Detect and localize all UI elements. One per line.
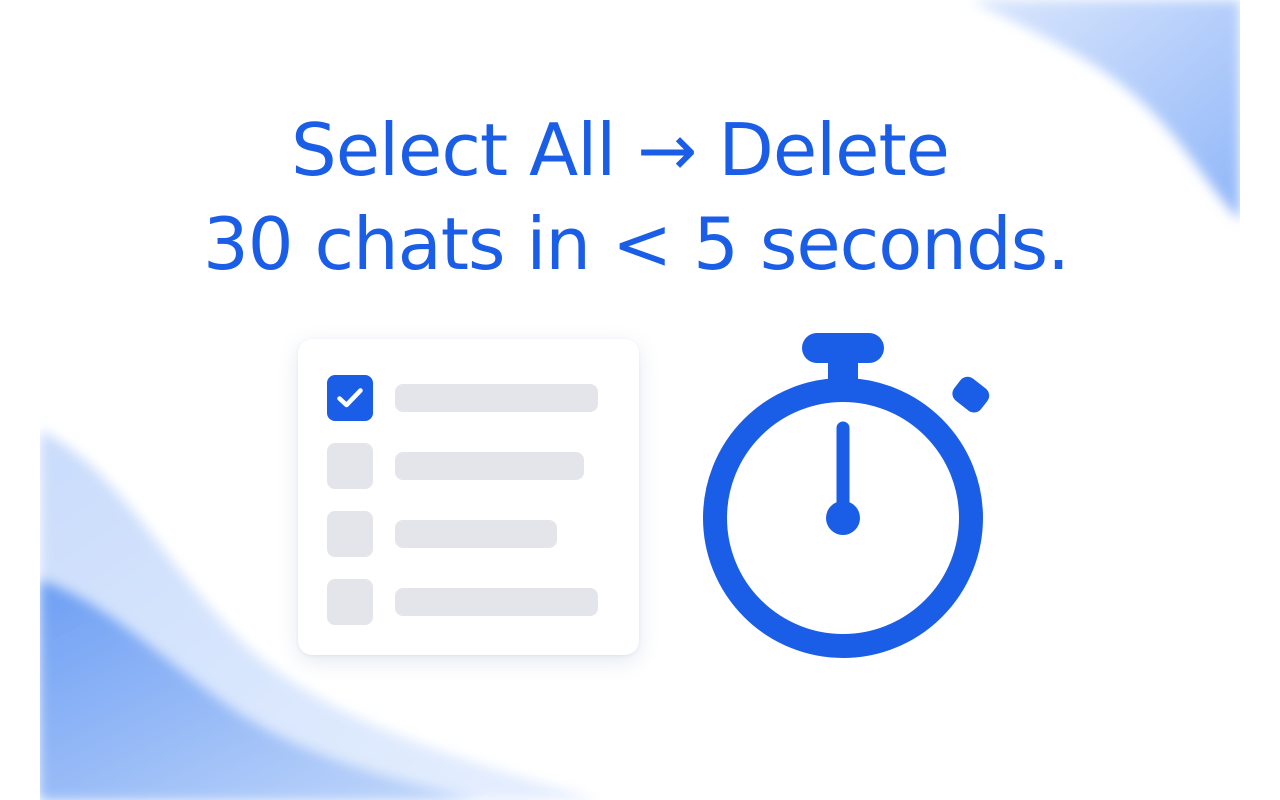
chat-placeholder-bar (395, 520, 557, 548)
chat-placeholder-bar (395, 588, 598, 616)
headline-line-1: Select All → Delete (291, 108, 950, 192)
chat-list-row (327, 511, 617, 559)
chat-placeholder-bar (395, 452, 584, 480)
checkmark-icon (337, 388, 363, 408)
checkbox-unchecked (327, 443, 373, 489)
promo-canvas: Select All → Delete 30 chats in < 5 seco… (40, 0, 1240, 800)
checkbox-unchecked (327, 579, 373, 625)
chat-list-row (327, 375, 617, 423)
stopwatch-icon (703, 333, 990, 658)
headline-line-2: 30 chats in < 5 seconds. (202, 202, 1070, 286)
checkbox-unchecked (327, 511, 373, 557)
checkbox-checked (327, 375, 373, 421)
chat-list-row (327, 579, 617, 627)
chat-placeholder-bar (395, 384, 598, 412)
chat-list-row (327, 443, 617, 491)
chat-list-card (298, 339, 639, 655)
